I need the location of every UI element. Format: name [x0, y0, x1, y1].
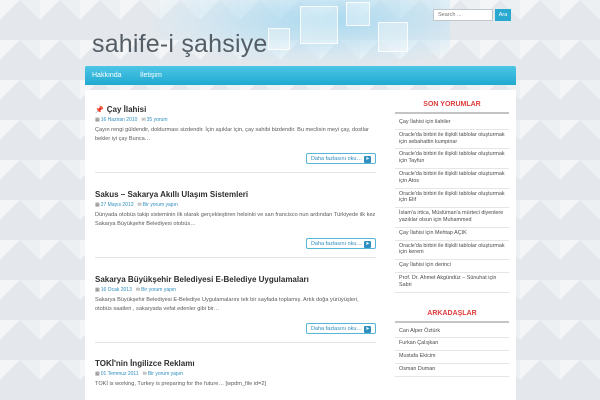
recent-comments-heading: SON YORUMLAR — [423, 101, 481, 108]
friend-link[interactable]: Osman Duman — [395, 364, 509, 377]
nav-item-hakkinda[interactable]: Hakkında — [92, 66, 122, 85]
recent-comment-item[interactable]: Oracle'da birbiri ile ilişkili tablolar … — [395, 169, 509, 189]
recent-comment-item[interactable]: Çay İlahisi için Mehtap AÇIK — [395, 228, 509, 241]
search-input[interactable] — [433, 9, 493, 21]
post-sakus: Sakus – Sakarya Akıllı Ulaşım Sistemleri… — [95, 190, 376, 249]
post-divider — [95, 342, 376, 343]
post-meta: ▦27 Mayıs 2013 ✉Bir yorum yapın — [95, 201, 376, 209]
post-meta: ▦16 Haziran 2010 ✉35 yorum — [95, 116, 376, 124]
sidebar: SON YORUMLAR Çay İlahisi için ilahiler O… — [395, 90, 509, 377]
post-toki: TOKİ'nin İngilizce Reklamı ▦01 Temmuz 20… — [95, 359, 376, 399]
calendar-icon: ▦ — [95, 287, 100, 293]
calendar-icon: ▦ — [95, 371, 100, 377]
post-title[interactable]: Sakus – Sakarya Akıllı Ulaşım Sistemleri — [95, 190, 376, 201]
post-date[interactable]: 16 Ocak 2013 — [101, 287, 132, 293]
recent-comment-item[interactable]: Oracle'da birbiri ile ilişkili tablolar … — [395, 189, 509, 209]
post-meta: ▦16 Ocak 2013 ✉Bir yorum yapın — [95, 286, 376, 294]
arrow-right-icon: ➤ — [364, 241, 371, 248]
post-e-belediye: Sakarya Büyükşehir Belediyesi E-Belediye… — [95, 275, 376, 334]
recent-comment-item[interactable]: İslam'a irtica, Müslüman'a mürteci diyen… — [395, 208, 509, 228]
read-more-button[interactable]: Daha fazlasını oku… ➤ — [305, 323, 376, 334]
read-more-button[interactable]: Daha fazlasını oku… ➤ — [305, 153, 376, 164]
calendar-icon: ▦ — [95, 202, 100, 208]
post-date[interactable]: 01 Temmuz 2011 — [101, 371, 139, 377]
post-excerpt: Sakarya Büyükşehir Belediyesi E-Belediye… — [95, 297, 359, 312]
calendar-icon: ▦ — [95, 117, 100, 123]
post-comments[interactable]: Bir yorum yapın — [141, 287, 176, 293]
friend-link[interactable]: Furkan Çalışkan — [395, 338, 509, 352]
comment-icon: ✉ — [137, 202, 142, 208]
post-excerpt: Çayın rengi güldendir, doldurması sizden… — [95, 127, 369, 142]
heading-rule — [395, 112, 509, 114]
post-cay-ilahisi: 📌 Çay İlahisi ▦16 Haziran 2010 ✉35 yorum Ç… — [95, 105, 376, 164]
main-nav: Hakkında İletişim — [85, 66, 516, 85]
pin-icon: 📌 — [95, 107, 104, 114]
friend-link[interactable]: Mustafa Ekicim — [395, 351, 509, 364]
arrow-right-icon: ➤ — [364, 326, 371, 333]
content-area: 📌 Çay İlahisi ▦16 Haziran 2010 ✉35 yorum Ç… — [85, 90, 516, 400]
search-button[interactable]: Ara — [495, 9, 511, 21]
friend-link[interactable]: Can Alper Öztürk — [395, 326, 509, 339]
post-excerpt: TOKİ is working, Turkey is preparing for… — [95, 381, 267, 387]
read-more-button[interactable]: Daha fazlasını oku… ➤ — [305, 238, 376, 249]
post-divider — [95, 257, 376, 258]
nav-item-iletisim[interactable]: İletişim — [140, 66, 162, 85]
recent-comment-item[interactable]: Çay İlahisi için derinci — [395, 260, 509, 273]
recent-comment-item[interactable]: Çay İlahisi için ilahiler — [395, 117, 509, 130]
recent-comment-item[interactable]: Oracle'da birbiri ile ilişkili tablolar … — [395, 241, 509, 261]
post-meta: ▦01 Temmuz 2011 ✉Bir yorum yapın — [95, 370, 376, 378]
post-comments[interactable]: Bir yorum yapın — [143, 202, 178, 208]
post-title[interactable]: Çay İlahisi — [107, 105, 147, 114]
post-comments[interactable]: Bir yorum yapın — [148, 371, 183, 377]
post-date[interactable]: 27 Mayıs 2013 — [101, 202, 134, 208]
comment-icon: ✉ — [135, 287, 141, 293]
post-title[interactable]: Sakarya Büyükşehir Belediyesi E-Belediye… — [95, 275, 376, 286]
post-divider — [95, 172, 376, 173]
post-excerpt: Dünyada otobüs takip sisteminin ilk olar… — [95, 212, 376, 227]
friends-heading: ARKADAŞLAR — [427, 309, 477, 317]
recent-comment-item[interactable]: Prof. Dr. Ahmet Akgündüz – Sünuhat için … — [395, 273, 509, 293]
arrow-right-icon: ➤ — [364, 156, 371, 163]
comment-icon: ✉ — [142, 371, 147, 377]
post-title[interactable]: TOKİ'nin İngilizce Reklamı — [95, 359, 376, 370]
post-comments[interactable]: 35 yorum — [147, 117, 168, 123]
comment-icon: ✉ — [141, 117, 146, 123]
recent-comment-item[interactable]: Oracle'da birbiri ile ilişkili tablolar … — [395, 149, 509, 169]
recent-comment-item[interactable]: Oracle'da birbiri ile ilişkili tablolar … — [395, 130, 509, 150]
heading-rule — [395, 320, 509, 323]
site-title[interactable]: sahife-i şahsiye — [92, 30, 268, 59]
post-date[interactable]: 16 Haziran 2010 — [101, 117, 138, 123]
